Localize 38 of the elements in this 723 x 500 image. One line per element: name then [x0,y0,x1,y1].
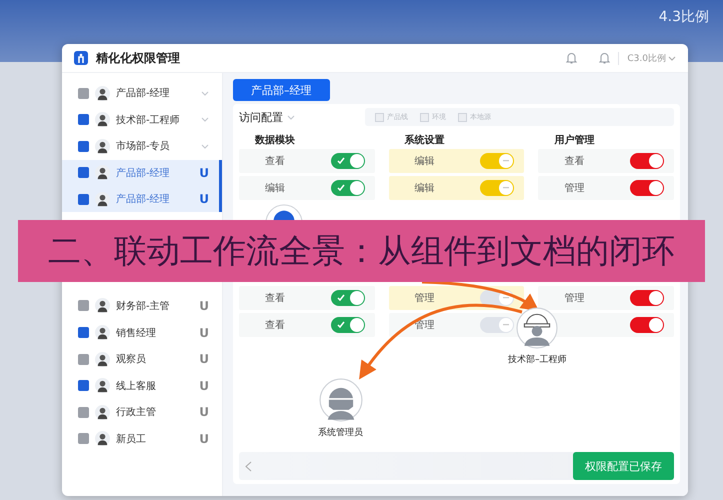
node-label: 系统管理员 [318,426,363,439]
permission-row-highlighted: 编辑 [388,149,524,173]
u-mark-icon: U [199,405,209,420]
window-title: 精化化权限管理 [96,50,181,66]
u-mark-icon: U [199,298,209,313]
u-mark-icon: U [199,166,209,180]
column-heading: 数据模块 [254,134,296,146]
sidebar-item[interactable]: 财务部-主管 U [62,292,222,319]
permission-row: 编辑 [239,176,375,200]
node-label: 技术部–工程师 [508,354,566,366]
u-mark-icon: U [199,432,209,446]
sidebar-item[interactable]: 观察员 U [62,346,222,372]
permission-row: 查看 [239,286,375,310]
title-banner: 二、联动工作流全景：从组件到文档的闭环 [18,220,705,282]
sidebar-item[interactable]: 产品部-经理 U [62,186,222,212]
sidebar-item[interactable]: 技术部-工程师 [62,106,222,133]
column-heading: 用户管理 [553,133,596,146]
permission-row: 查看 [239,313,375,337]
sidebar-item[interactable]: 销售经理 U [62,320,222,346]
permission-row: 管理 [538,286,674,310]
u-mark-icon: U [199,192,209,206]
sidebar-item[interactable]: 产品部-经理 U [62,160,222,186]
u-mark-icon: U [199,352,209,366]
permission-row: 查看 [239,149,375,173]
sidebar-item[interactable]: 行政主管 U [62,399,222,426]
role-tab[interactable]: 产品部–经理 [233,79,330,101]
permission-row: 管理 [538,176,674,200]
access-config-dropdown[interactable]: 访问配置 [239,110,359,124]
sidebar-item[interactable]: 线上客服 U [62,372,222,399]
column-heading: 系统设置 [404,134,446,146]
sidebar-item[interactable]: 产品部-经理 [62,80,222,106]
ratio-label: 4.3比例 [658,8,709,26]
u-mark-icon: U [199,326,209,340]
sidebar-item[interactable]: 新员工 U [62,426,222,452]
permission-row: 查看 [538,149,674,173]
u-mark-icon: U [199,378,209,393]
permission-row-highlighted: 编辑 [388,176,524,200]
sidebar-item[interactable]: 市场部-专员 [62,133,222,160]
